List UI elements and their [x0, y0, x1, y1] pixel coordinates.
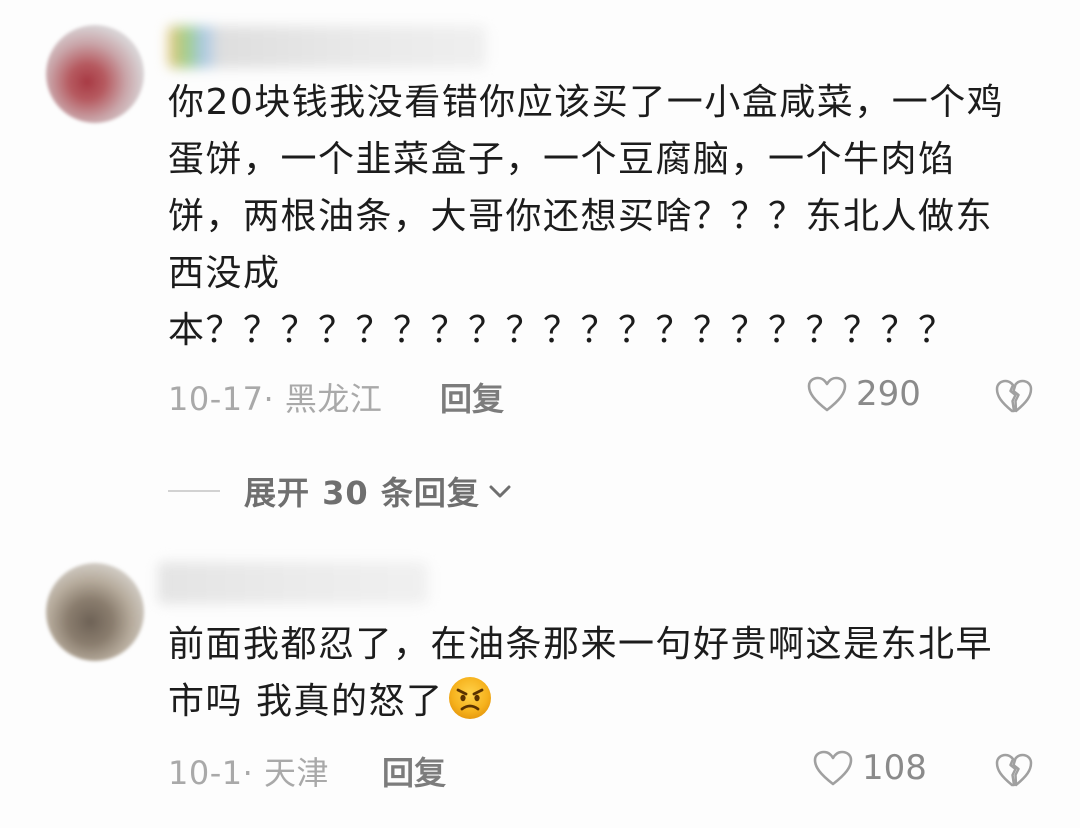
divider — [168, 490, 220, 492]
broken-heart-icon[interactable] — [994, 752, 1034, 792]
angry-face-icon — [447, 675, 493, 721]
username-blurred[interactable] — [168, 26, 486, 68]
reply-button[interactable]: 回复 — [440, 374, 504, 420]
like-button[interactable]: 108 — [812, 748, 927, 788]
like-count: 290 — [856, 374, 921, 414]
username-blurred[interactable] — [158, 562, 428, 604]
comment-meta: 10-1· 天津 — [168, 754, 329, 792]
like-count: 108 — [862, 748, 927, 788]
like-button[interactable]: 290 — [806, 374, 921, 414]
comment-text: 你20块钱我没看错你应该买了一小盒咸菜，一个鸡蛋饼，一个韭菜盒子，一个豆腐脑，一… — [168, 82, 1005, 351]
heart-outline-icon — [806, 375, 848, 413]
avatar[interactable] — [46, 25, 144, 123]
comment-text-content: 前面我都忍了，在油条那来一句好贵啊这是东北早市吗 我真的怒了 — [168, 624, 994, 722]
chevron-down-icon — [480, 481, 514, 501]
heart-outline-icon — [812, 749, 854, 787]
broken-heart-icon[interactable] — [994, 378, 1034, 418]
expand-replies-label: 展开 30 条回复 — [244, 474, 480, 512]
comment-text: 前面我都忍了，在油条那来一句好贵啊这是东北早市吗 我真的怒了 — [168, 616, 1028, 730]
avatar[interactable] — [46, 563, 144, 661]
comment-meta: 10-17· 黑龙江 — [168, 380, 383, 418]
comment-thread: 你20块钱我没看错你应该买了一小盒咸菜，一个鸡蛋饼，一个韭菜盒子，一个豆腐脑，一… — [0, 0, 1080, 828]
expand-replies-button[interactable]: 展开 30 条回复 — [168, 468, 514, 514]
reply-button[interactable]: 回复 — [382, 748, 446, 794]
